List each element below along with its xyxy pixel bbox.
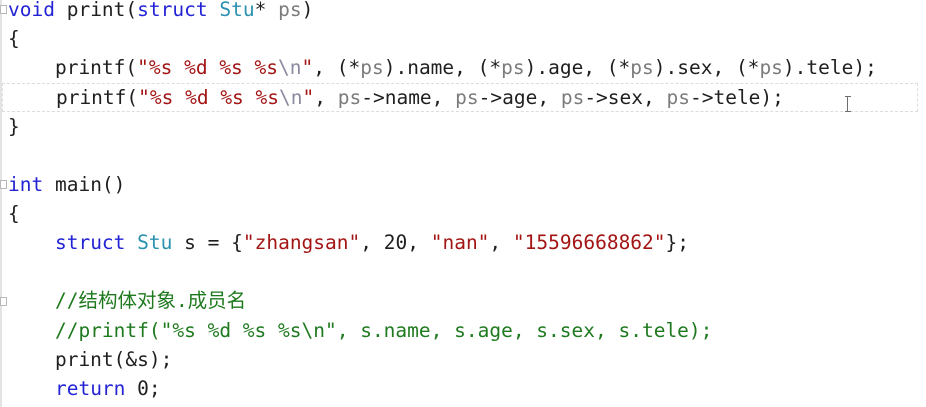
code-token: } [8,115,20,138]
code-token: " [301,56,314,79]
code-token: main() [43,173,126,196]
code-token: Stu [137,231,173,254]
code-token: ).tele); [782,56,877,79]
code-token: \n [279,86,303,109]
gutter [0,0,2,407]
code-editor[interactable]: void print(struct Stu* ps) { printf("%s … [0,0,926,407]
code-token: 0; [125,377,161,400]
code-line[interactable]: //结构体对象.成员名 [8,286,246,315]
code-token: void [8,0,55,21]
code-token: ->name, [361,86,456,109]
code-token: ps [630,56,654,79]
code-token: , 20, [360,231,431,254]
current-code-line[interactable]: printf("%s %d %s %s\n", ps->name, ps->ag… [2,83,918,112]
code-token: ->sex, [584,86,667,109]
text-cursor-icon [845,96,851,112]
code-line[interactable]: struct Stu s = {"zhangsan", 20, "nan", "… [8,228,689,257]
code-token: ).name, (* [383,56,502,79]
code-token: * [254,0,279,21]
code-token: "15596668862" [512,231,666,254]
code-token: struct [137,0,208,21]
code-token: \n [278,56,302,79]
code-token: { [8,27,20,50]
code-token: ps [360,56,384,79]
code-token: "nan" [430,231,490,254]
code-token: s = { [172,231,243,254]
code-token: " [302,86,315,109]
code-line[interactable]: return 0; [8,374,161,403]
code-token: ) [301,0,314,21]
fold-toggle-icon[interactable] [0,180,7,189]
code-token: printf( [9,86,139,109]
code-token: , (* [313,56,361,79]
code-token: ps [759,56,783,79]
code-line[interactable]: void print(struct Stu* ps) [8,0,313,24]
code-token: Stu [219,0,255,21]
code-token: return [54,377,126,400]
fold-toggle-icon[interactable] [0,5,7,14]
code-token: , [489,231,513,254]
code-token: ).age, (* [524,56,631,79]
code-line[interactable]: int main() [8,170,125,199]
code-token: ps [337,86,362,109]
code-token: struct [54,231,126,254]
code-token: printf( [8,56,138,79]
code-token: ps [455,86,479,109]
code-line[interactable]: print(&s); [8,345,172,374]
code-token: ).sex, (* [653,56,760,79]
code-token: , [314,86,338,109]
code-token: //结构体对象.成员名 [8,289,247,312]
code-token: //printf("%s %d %s %s\n", s.name, s.age,… [8,319,713,342]
code-token: int [8,173,44,196]
code-token: print( [54,0,138,21]
code-line[interactable]: printf("%s %d %s %s\n", (*ps).name, (*ps… [8,53,877,82]
code-token: ps [560,86,585,109]
code-token: ps [278,0,302,21]
code-token: ps [666,86,690,109]
code-token: ps [501,56,525,79]
code-token: "zhangsan" [242,231,361,254]
code-token: }; [665,231,690,254]
fold-toggle-icon[interactable] [0,297,7,306]
code-token: print(&s); [8,348,173,371]
code-line[interactable]: } [8,112,20,141]
code-line[interactable]: //printf("%s %d %s %s\n", s.name, s.age,… [8,316,712,345]
code-token: "%s %d %s %s [137,56,279,79]
code-token: ->age, [478,86,561,109]
code-token: "%s %d %s %s [138,86,280,109]
code-token: { [8,202,20,225]
code-line[interactable]: { [8,199,20,228]
code-line[interactable]: { [8,24,20,53]
code-token: ->tele); [689,86,784,109]
